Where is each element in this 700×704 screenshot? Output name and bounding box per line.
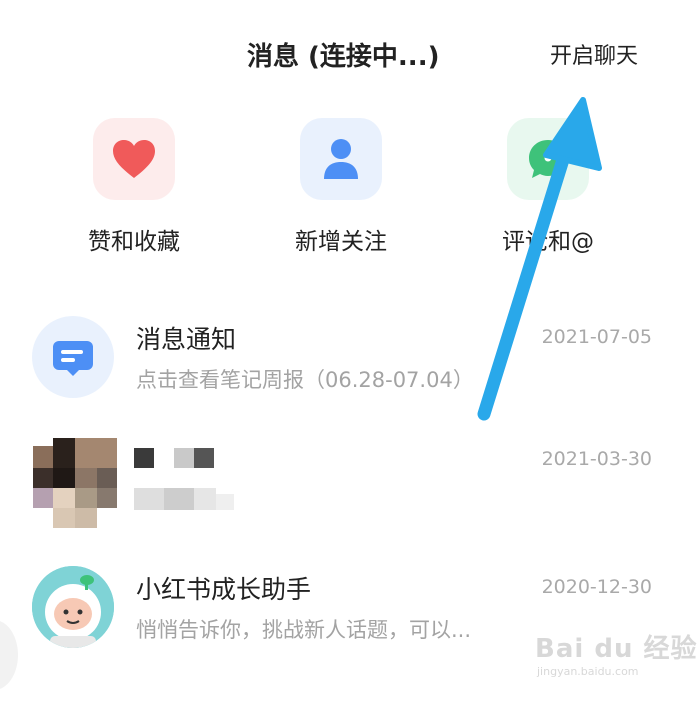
comments-label: 评论和@ (502, 229, 594, 255)
start-chat-button[interactable]: 开启聊天 (550, 38, 638, 70)
astronaut-avatar (32, 566, 114, 648)
comments-tile (507, 118, 589, 200)
notification-avatar (32, 316, 114, 398)
assistant-avatar (32, 566, 114, 648)
person-icon (324, 139, 358, 179)
watermark: Bai du 经验 jingyan.baidu.com (535, 628, 698, 678)
message-title: 消息通知 (136, 325, 237, 354)
heart-icon (113, 140, 155, 178)
message-date: 2020-12-30 (541, 576, 652, 598)
message-preview: 悄悄告诉你，挑战新人话题，可以... (136, 618, 472, 642)
followers-tile (300, 118, 382, 200)
redacted-preview (134, 488, 238, 512)
watermark-logo: Bai du 经验 (535, 634, 698, 664)
likes-and-collections-button[interactable]: 赞和收藏 (64, 118, 204, 256)
notification-icon (53, 341, 93, 376)
pixelated-avatar (33, 438, 117, 528)
redacted-title (134, 448, 218, 468)
likes-label: 赞和收藏 (88, 229, 180, 255)
page-title: 消息 (连接中...) (247, 42, 440, 72)
comments-and-mentions-button[interactable]: 评论和@ (478, 118, 618, 256)
watermark-url: jingyan.baidu.com (537, 665, 639, 678)
list-item[interactable]: 消息通知 点击查看笔记周报（06.28-07.04） 2021-07-05 (0, 316, 700, 426)
list-item[interactable]: 2021-03-30 (0, 438, 700, 548)
likes-tile (93, 118, 175, 200)
message-title: 小红书成长助手 (136, 575, 312, 604)
followers-label: 新增关注 (295, 229, 387, 255)
comment-icon (529, 140, 567, 178)
message-date: 2021-03-30 (541, 448, 652, 470)
new-followers-button[interactable]: 新增关注 (271, 118, 411, 256)
message-preview: 点击查看笔记周报（06.28-07.04） (136, 368, 474, 392)
message-date: 2021-07-05 (541, 326, 652, 348)
